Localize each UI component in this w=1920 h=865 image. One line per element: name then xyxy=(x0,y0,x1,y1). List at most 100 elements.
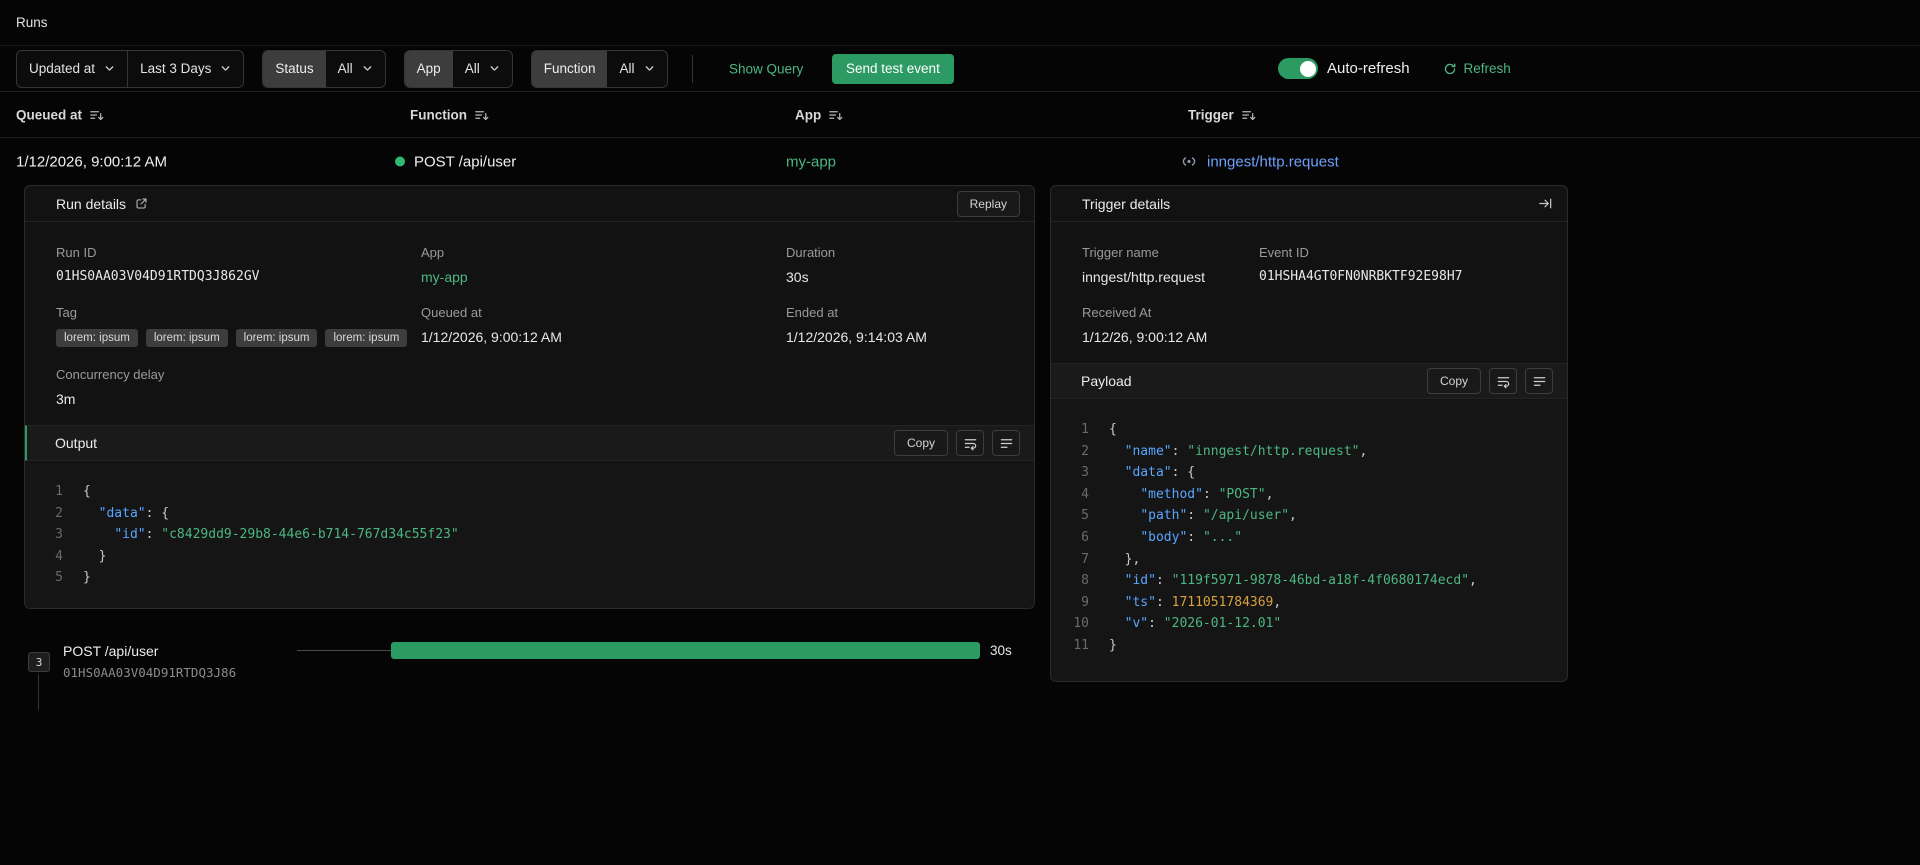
app-link[interactable]: my-app xyxy=(421,269,786,285)
column-header-queued-at[interactable]: Queued at xyxy=(16,107,104,122)
chevron-down-icon xyxy=(105,66,114,71)
sort-icon xyxy=(829,110,843,120)
replay-button[interactable]: Replay xyxy=(956,190,1020,217)
code-line: 1{ xyxy=(25,481,1034,503)
function-filter-dropdown[interactable]: All xyxy=(607,51,666,87)
field-tag: Tag lorem: ipsum lorem: ipsum lorem: ipsum… xyxy=(56,305,421,347)
chevron-down-icon xyxy=(490,66,499,71)
trace-connector xyxy=(38,674,39,710)
field-trigger-name: Trigger name inngest/http.request xyxy=(1082,245,1205,285)
app-filter-dropdown[interactable]: All xyxy=(453,51,512,87)
refresh-icon xyxy=(1444,62,1455,74)
code-line: 9 "ts": 1711051784369, xyxy=(1051,592,1567,614)
event-trigger-icon xyxy=(1182,157,1196,166)
runs-page: Runs Updated at Last 3 Days Status All A… xyxy=(0,0,1920,865)
format-text-button[interactable] xyxy=(1525,368,1553,394)
line-number: 1 xyxy=(55,484,63,499)
line-number: 2 xyxy=(55,505,63,521)
trigger-link[interactable]: inngest/http.request xyxy=(1207,153,1339,170)
run-row-function: POST /api/user xyxy=(395,153,516,170)
chevron-down-icon xyxy=(221,66,230,71)
send-test-event-button[interactable]: Send test event xyxy=(832,53,954,84)
code-line: 5 "path": "/api/user", xyxy=(1051,505,1567,527)
toggle-knob xyxy=(1299,60,1316,77)
trace-duration-bar[interactable] xyxy=(391,642,980,659)
trigger-details-title: Trigger details xyxy=(1082,195,1171,212)
runs-table-header: Queued at Function App Trigger xyxy=(0,92,1920,138)
format-text-button[interactable] xyxy=(992,430,1020,456)
app-filter-value: All xyxy=(464,61,480,76)
format-lines-icon xyxy=(1000,438,1012,448)
field-run-id: Run ID 01HS0AA03V04D91RTDQ3J862GV xyxy=(56,245,421,285)
sort-icon xyxy=(475,110,489,120)
line-number: 4 xyxy=(55,548,63,564)
trace-step-name: POST /api/user xyxy=(63,643,159,659)
external-link-icon[interactable] xyxy=(135,197,148,210)
field-concurrency-delay: Concurrency delay 3m xyxy=(56,367,165,407)
line-number: 11 xyxy=(1073,637,1089,653)
code-line: 4 "method": "POST", xyxy=(1051,484,1567,506)
show-query-button[interactable]: Show Query xyxy=(729,61,803,76)
run-id-value: 01HS0AA03V04D91RTDQ3J862GV xyxy=(56,269,260,284)
filter-bar: Updated at Last 3 Days Status All App Al… xyxy=(0,45,1920,92)
copy-payload-button[interactable]: Copy xyxy=(1426,368,1481,394)
sort-range-control: Updated at Last 3 Days xyxy=(16,49,245,88)
line-number: 3 xyxy=(1081,465,1089,481)
code-line: 3 "id": "c8429dd9-29b8-44e6-b714-767d34c… xyxy=(25,524,1034,546)
payload-section-header: Payload Copy xyxy=(1051,363,1567,399)
line-number: 7 xyxy=(1081,551,1089,567)
app-link[interactable]: my-app xyxy=(786,153,836,170)
chevron-down-icon xyxy=(363,66,372,71)
column-header-trigger[interactable]: Trigger xyxy=(1188,107,1256,122)
line-number: 5 xyxy=(1081,508,1089,524)
tag-chip: lorem: ipsum xyxy=(145,329,228,347)
line-number: 10 xyxy=(1073,616,1089,632)
auto-refresh-toggle[interactable] xyxy=(1278,58,1318,79)
field-queued-at: Queued at 1/12/2026, 9:00:12 AM xyxy=(421,305,562,345)
trigger-details-panel: Trigger details Trigger name inngest/htt… xyxy=(1050,185,1568,682)
app-filter-control: App All xyxy=(403,49,513,88)
payload-code-block: 1{2 "name": "inngest/http.request", 3 "da… xyxy=(1051,400,1567,681)
field-event-id: Event ID 01HSHA4GT0FN0NRBKTF92E98H7 xyxy=(1259,245,1463,284)
line-number: 5 xyxy=(55,570,63,586)
trace-lead-line xyxy=(297,650,391,651)
step-count-badge[interactable]: 3 xyxy=(28,652,50,672)
time-range-dropdown[interactable]: Last 3 Days xyxy=(128,51,243,87)
function-filter-value: All xyxy=(619,61,635,76)
run-row-queued-at: 1/12/2026, 9:00:12 AM xyxy=(16,153,167,170)
time-range-value: Last 3 Days xyxy=(140,61,212,76)
field-app: App my-app xyxy=(421,245,786,285)
collapse-panel-button[interactable] xyxy=(1538,196,1553,211)
column-header-app[interactable]: App xyxy=(795,107,843,122)
line-number: 4 xyxy=(1081,486,1089,502)
code-line: 10 "v": "2026-01-12.01" xyxy=(1051,613,1567,635)
column-header-function[interactable]: Function xyxy=(410,107,489,122)
output-title: Output xyxy=(55,435,98,451)
line-number: 2 xyxy=(1081,443,1089,459)
chevron-down-icon xyxy=(645,66,653,71)
refresh-button[interactable]: Refresh xyxy=(1443,61,1511,76)
sort-icon xyxy=(90,110,104,120)
field-duration: Duration 30s xyxy=(786,245,836,285)
code-line: 1{ xyxy=(1051,419,1567,441)
wrap-text-button[interactable] xyxy=(1489,368,1517,394)
page-title: Runs xyxy=(16,15,48,30)
payload-title: Payload xyxy=(1081,373,1132,389)
wrap-text-button[interactable] xyxy=(956,430,984,456)
status-filter-value: All xyxy=(337,61,353,76)
run-details-header: Run details Replay xyxy=(25,186,1034,222)
trace-timeline: 3 POST /api/user 01HS0AA03V04D91RTDQ3J86… xyxy=(0,640,1050,710)
output-code-block: 1{2 "data": {3 "id": "c8429dd9-29b8-44e6… xyxy=(25,462,1034,608)
line-number: 1 xyxy=(1081,422,1089,437)
sort-field-dropdown[interactable]: Updated at xyxy=(17,51,127,87)
tag-chip: lorem: ipsum xyxy=(325,329,408,347)
code-line: 8 "id": "119f5971-9878-46bd-a18f-4f06801… xyxy=(1051,570,1567,592)
status-filter-dropdown[interactable]: All xyxy=(326,51,385,87)
copy-output-button[interactable]: Copy xyxy=(893,430,948,456)
line-number: 8 xyxy=(1081,573,1089,589)
code-line: 5} xyxy=(25,567,1034,589)
code-line: 2 "name": "inngest/http.request", xyxy=(1051,441,1567,463)
run-row[interactable]: 1/12/2026, 9:00:12 AM POST /api/user my-… xyxy=(0,138,1920,185)
run-details-panel: Run details Replay Run ID 01HS0AA03V04D9… xyxy=(24,185,1035,609)
field-ended-at: Ended at 1/12/2026, 9:14:03 AM xyxy=(786,305,927,345)
